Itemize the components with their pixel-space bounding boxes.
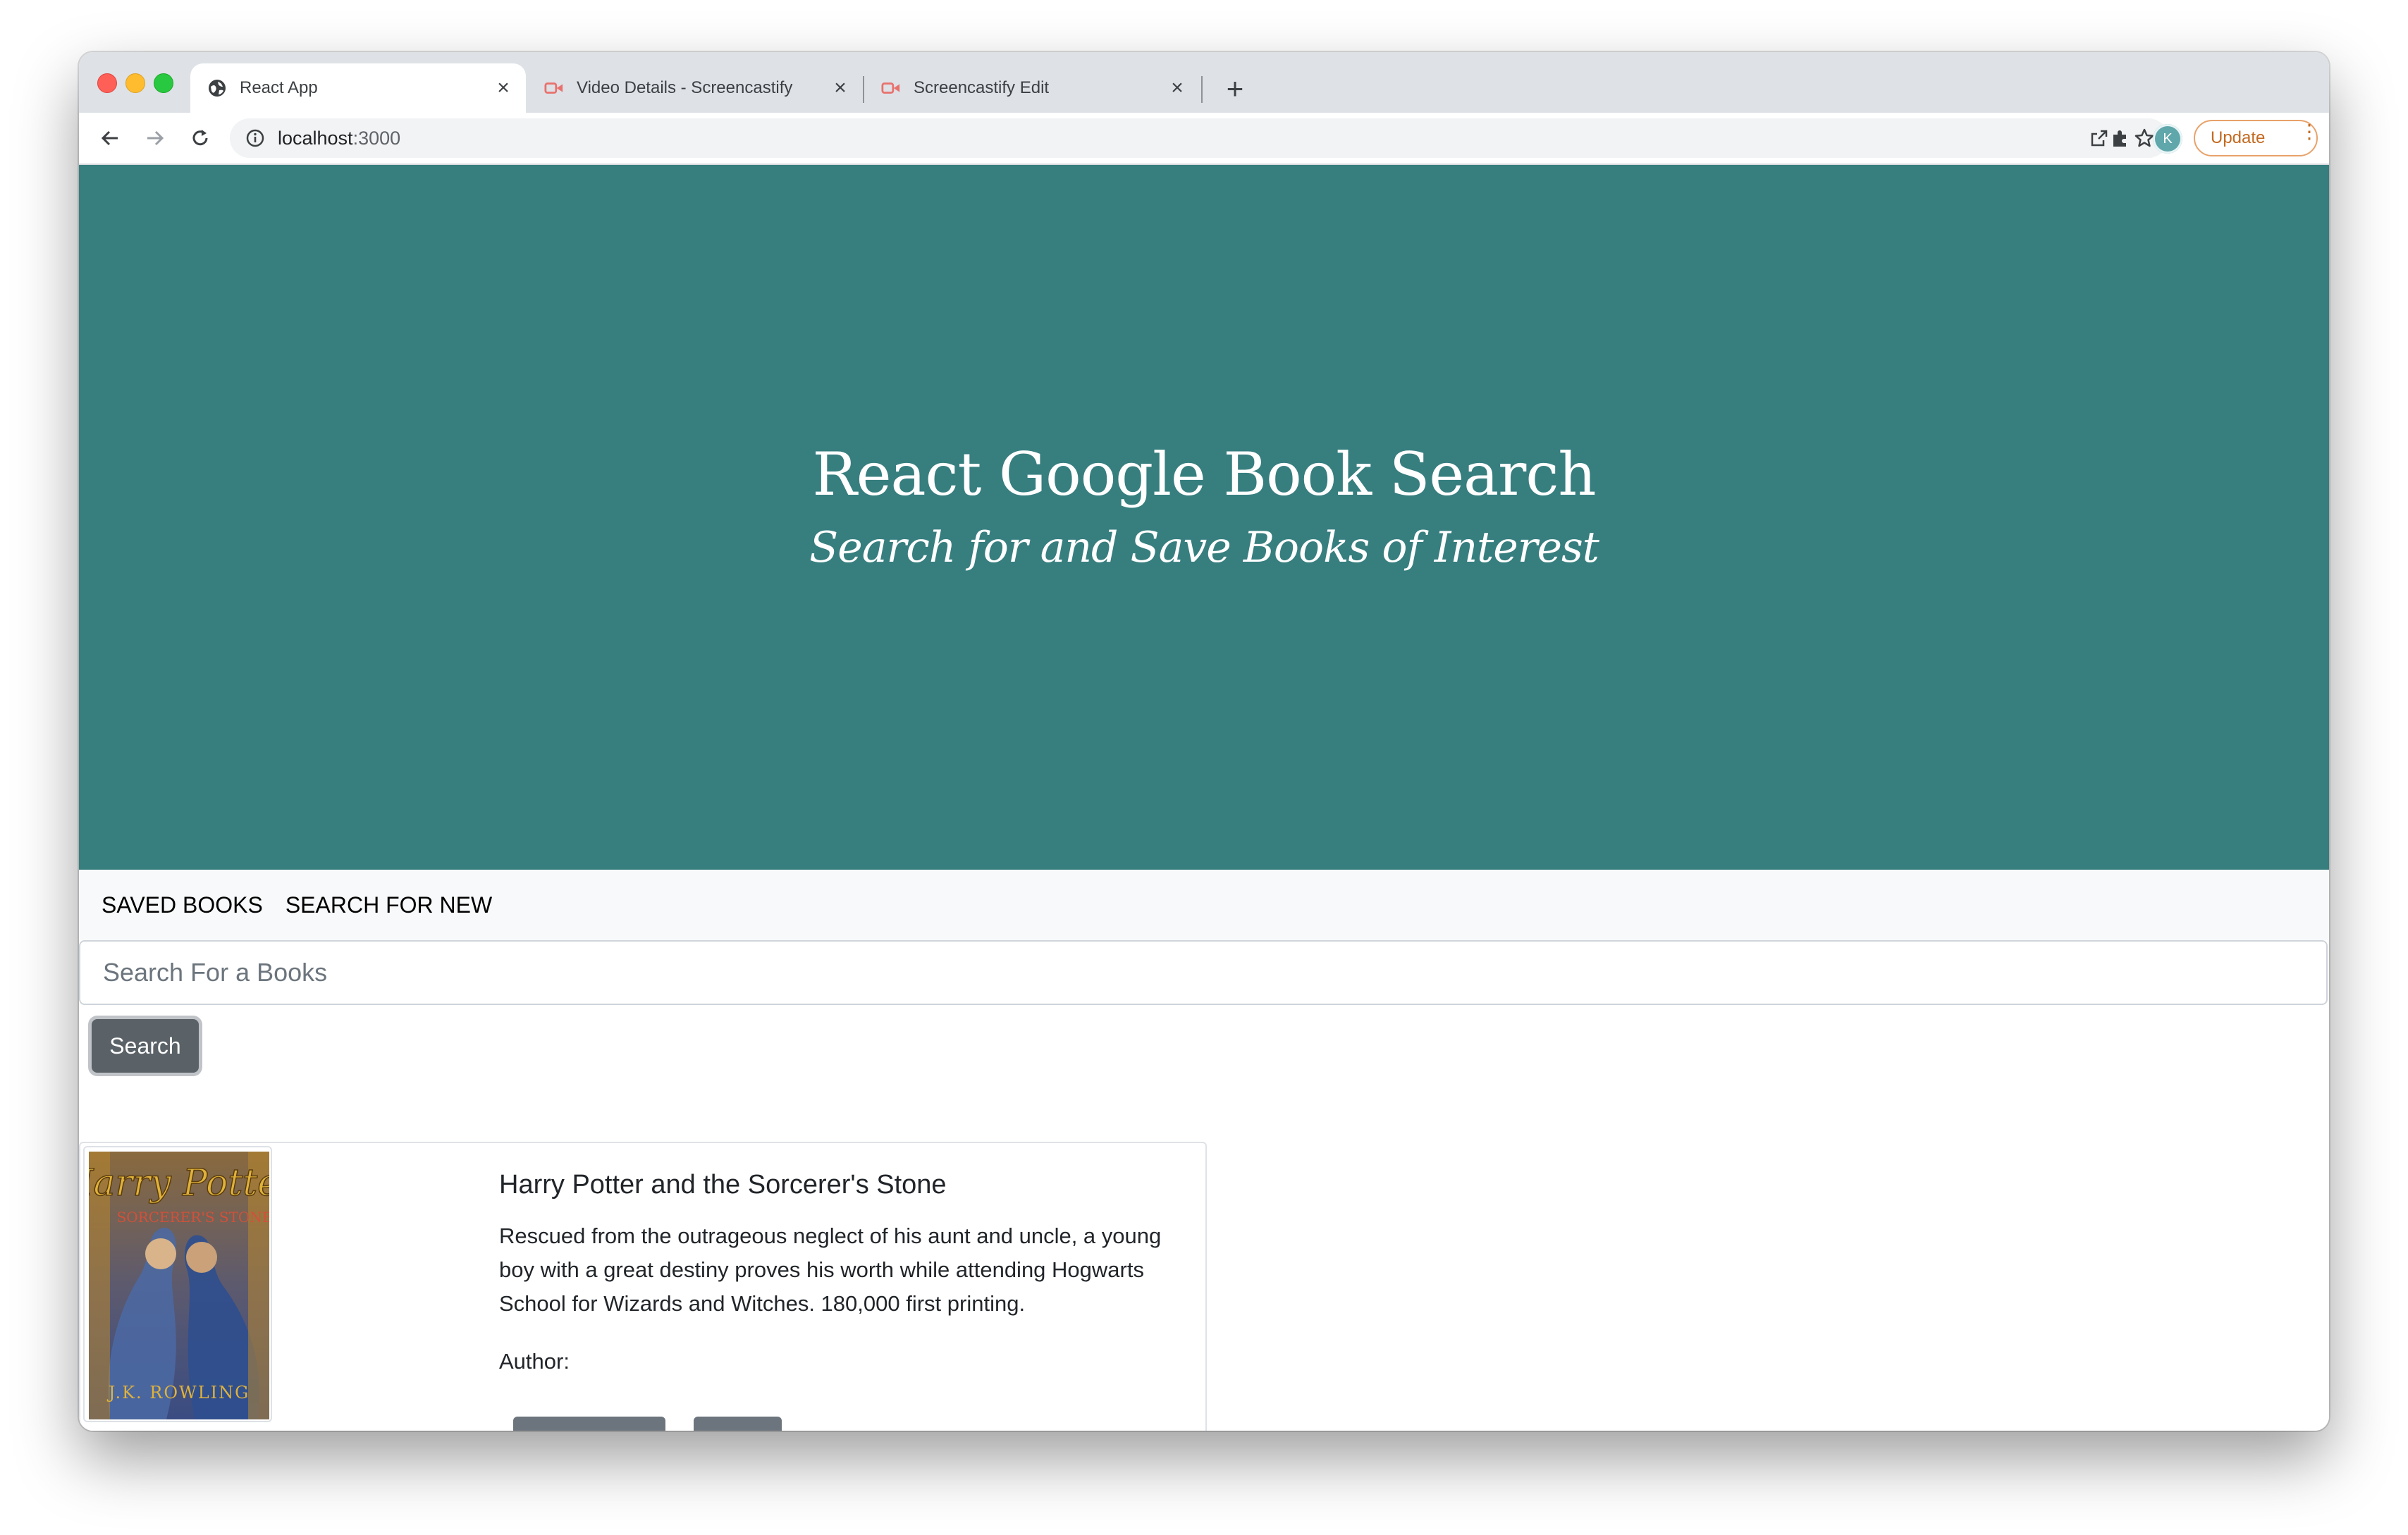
minimize-window-button[interactable] xyxy=(125,73,145,93)
extensions-puzzle-icon[interactable] xyxy=(2105,123,2136,154)
page-subtitle: Search for and Save Books of Interest xyxy=(809,523,1599,572)
close-icon[interactable]: × xyxy=(1163,74,1191,102)
update-label: Update xyxy=(2211,128,2266,147)
book-author-label: Author: xyxy=(499,1349,570,1374)
book-cover-image: Harry Potter SORCERER'S STONE J.K. ROWLI… xyxy=(89,1152,269,1419)
url-port: :3000 xyxy=(352,127,401,149)
book-cover-frame: Harry Potter SORCERER'S STONE J.K. ROWLI… xyxy=(83,1146,272,1422)
update-button[interactable]: Update ⋮ xyxy=(2194,120,2319,156)
back-arrow-icon[interactable] xyxy=(93,121,127,155)
info-icon[interactable] xyxy=(245,128,265,148)
tab-title: Screencastify Edit xyxy=(914,78,1050,97)
page-title: React Google Book Search xyxy=(812,440,1597,509)
tab-strip: React App × Video Details - Screencastif… xyxy=(79,52,2329,113)
browser-window: React App × Video Details - Screencastif… xyxy=(79,52,2329,1431)
nav-bar: SAVED BOOKS SEARCH FOR NEW xyxy=(79,870,2329,940)
close-window-button[interactable] xyxy=(97,73,117,93)
new-tab-button[interactable]: + xyxy=(1217,70,1253,107)
jumbotron-header: React Google Book Search Search for and … xyxy=(79,165,2329,870)
profile-avatar[interactable]: K xyxy=(2153,124,2182,154)
book-description: Rescued from the outrageous neglect of h… xyxy=(499,1223,1162,1316)
tab-react-app[interactable]: React App × xyxy=(190,63,526,113)
screencastify-icon xyxy=(544,78,564,98)
globe-icon xyxy=(207,78,227,98)
cover-subtitle-text: SORCERER'S STONE xyxy=(117,1209,269,1226)
reload-icon[interactable] xyxy=(183,121,217,155)
web-page: React Google Book Search Search for and … xyxy=(79,165,2329,1431)
tab-separator xyxy=(1201,76,1203,103)
cover-title-text: Harry Potter xyxy=(89,1162,269,1204)
close-icon[interactable]: × xyxy=(826,74,854,102)
forward-arrow-icon[interactable] xyxy=(138,121,172,155)
cover-author-text: J.K. ROWLING xyxy=(106,1383,250,1403)
url-text: localhost:3000 xyxy=(278,128,400,149)
url-host: localhost xyxy=(278,127,353,149)
nav-saved-books-link[interactable]: SAVED BOOKS xyxy=(102,892,263,918)
screencastify-icon xyxy=(881,78,901,98)
tab-video-details[interactable]: Video Details - Screencastify × xyxy=(527,63,863,113)
book-result-card: Harry Potter SORCERER'S STONE J.K. ROWLI… xyxy=(79,1142,1207,1431)
search-input[interactable] xyxy=(79,940,2328,1005)
search-button[interactable]: Search xyxy=(92,1019,199,1073)
tab-screencastify-edit[interactable]: Screencastify Edit × xyxy=(864,63,1200,113)
learn-more-button[interactable]: Learn More xyxy=(513,1417,665,1431)
tab-title: React App xyxy=(240,78,318,97)
close-icon[interactable]: × xyxy=(489,74,517,102)
more-menu-icon[interactable]: ⋮ xyxy=(2299,122,2319,142)
book-title: Harry Potter and the Sorcerer's Stone xyxy=(499,1170,947,1200)
save-book-button[interactable]: Save xyxy=(694,1417,782,1431)
address-bar[interactable]: localhost:3000 xyxy=(230,118,2168,158)
nav-search-for-new-link[interactable]: SEARCH FOR NEW xyxy=(285,892,492,918)
tab-title: Video Details - Screencastify xyxy=(577,78,793,97)
maximize-window-button[interactable] xyxy=(154,73,173,93)
browser-toolbar: localhost:3000 K Update ⋮ xyxy=(79,113,2329,165)
